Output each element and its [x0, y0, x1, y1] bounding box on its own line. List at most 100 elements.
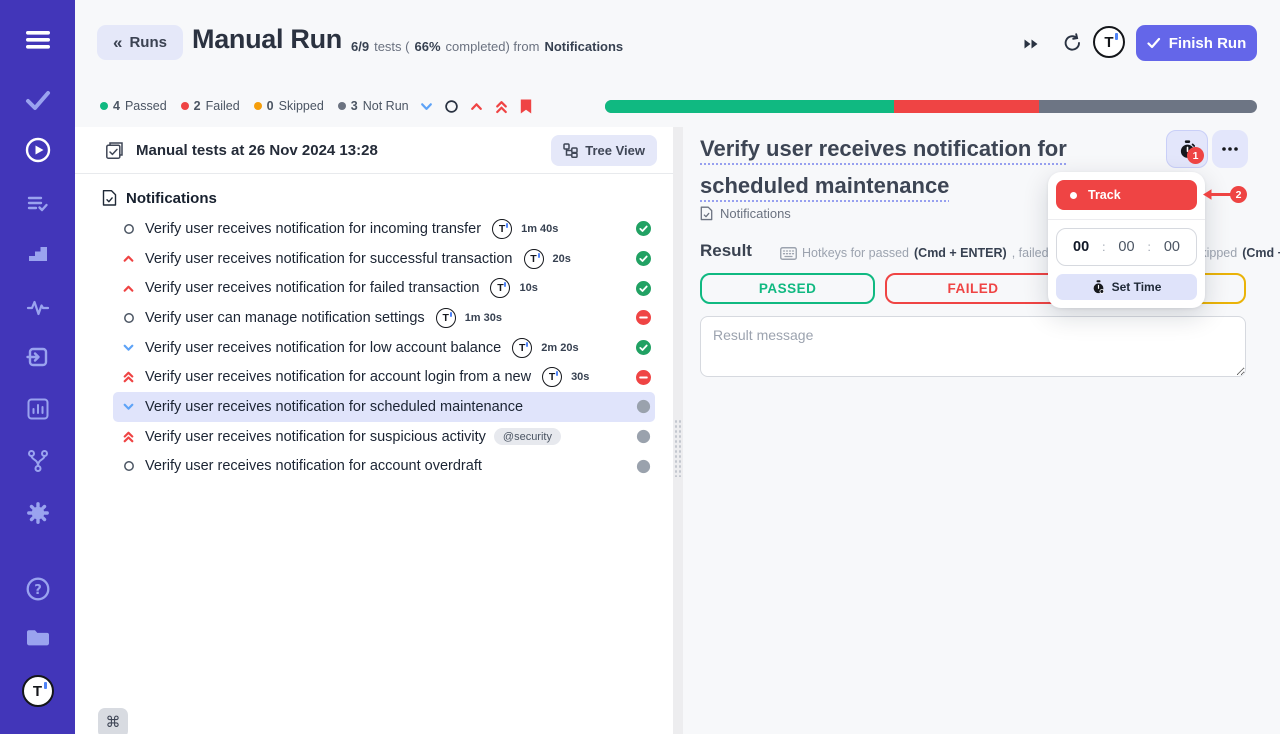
hours-value[interactable]: 00: [1073, 239, 1089, 255]
panel-resize-divider[interactable]: [673, 127, 683, 734]
status-passed-icon: [636, 251, 651, 266]
test-duration: 1m 30s: [465, 312, 502, 324]
import-icon[interactable]: [0, 345, 75, 374]
tests-count: 6/9: [351, 39, 369, 54]
annotation-badge-2: 2: [1230, 186, 1247, 203]
play-circle-icon[interactable]: [0, 136, 75, 169]
test-title: Verify user receives notification for sc…: [145, 399, 523, 415]
app-sidebar: ? T: [0, 0, 75, 734]
failed-dot-icon: [181, 102, 189, 110]
test-row[interactable]: Verify user receives notification for sc…: [113, 392, 655, 422]
stopwatch-gear-icon: [1092, 280, 1105, 294]
failed-button[interactable]: FAILED: [885, 273, 1060, 304]
bookmark-icon[interactable]: [519, 98, 533, 115]
test-row[interactable]: Verify user can manage notification sett…: [113, 303, 655, 333]
priority-highest-icon: [122, 430, 135, 444]
track-button[interactable]: Track: [1056, 180, 1197, 210]
tree-view-label: Tree View: [585, 143, 645, 158]
pulse-icon[interactable]: [0, 297, 75, 322]
status-summary: 4Passed 2Failed 0Skipped 3Not Run: [100, 99, 409, 113]
popup-divider: [1048, 219, 1205, 220]
test-row[interactable]: Verify user receives notification for fa…: [113, 273, 655, 303]
priority-highest-icon: [122, 370, 135, 384]
status-notrun-icon: [636, 459, 651, 474]
minutes-value[interactable]: 00: [1118, 239, 1134, 255]
test-title: Verify user receives notification for su…: [145, 429, 486, 445]
more-options-button[interactable]: [1212, 130, 1248, 168]
run-progress-summary: 6/9 tests ( 66% completed) from Notifica…: [351, 39, 623, 54]
folder-icon[interactable]: [0, 627, 75, 653]
source-suite: Notifications: [544, 39, 623, 54]
test-row[interactable]: Verify user receives notification for ac…: [113, 452, 655, 482]
page-check-icon: [700, 206, 713, 221]
test-row[interactable]: Verify user receives notification for ac…: [113, 362, 655, 392]
help-icon[interactable]: ?: [0, 576, 75, 607]
priority-normal-icon: [122, 460, 135, 472]
keyboard-icon: [780, 247, 797, 260]
passed-button[interactable]: PASSED: [700, 273, 875, 304]
tree-view-button[interactable]: Tree View: [551, 135, 657, 166]
result-message-input[interactable]: [700, 316, 1246, 377]
fast-forward-icon[interactable]: [1023, 37, 1039, 55]
restart-timer-icon[interactable]: [1062, 32, 1083, 58]
breadcrumb[interactable]: Notifications: [700, 206, 791, 221]
check-icon: [1147, 37, 1161, 49]
finish-run-button[interactable]: Finish Run: [1136, 25, 1257, 61]
steps-icon[interactable]: [0, 244, 75, 269]
chevron-down-icon[interactable]: [419, 99, 434, 114]
tree-view-icon: [563, 143, 578, 158]
test-title: Verify user receives notification for in…: [145, 221, 481, 237]
suite-folder-label: Notifications: [126, 190, 217, 207]
run-header-row: Manual tests at 26 Nov 2024 13:28 Tree V…: [75, 127, 673, 174]
run-title: Manual tests at 26 Nov 2024 13:28: [136, 142, 378, 159]
logo-icon[interactable]: T: [0, 675, 75, 707]
test-duration: 2m 20s: [541, 342, 578, 354]
test-row[interactable]: Verify user receives notification for su…: [113, 422, 655, 452]
gear-icon[interactable]: [0, 500, 75, 531]
branch-icon[interactable]: [0, 449, 75, 478]
test-title: Verify user receives notification for lo…: [145, 340, 501, 356]
seconds-value[interactable]: 00: [1164, 239, 1180, 255]
set-time-button[interactable]: Set Time: [1056, 274, 1197, 300]
page-check-icon: [102, 189, 117, 207]
percent-completed: 66%: [414, 39, 440, 54]
track-label: Track: [1088, 188, 1121, 202]
check-icon[interactable]: [0, 89, 75, 116]
test-list: Verify user receives notification for in…: [75, 214, 673, 481]
skipped-dot-icon: [254, 102, 262, 110]
test-row[interactable]: Verify user receives notification for in…: [113, 214, 655, 244]
ellipsis-icon: [1222, 147, 1238, 151]
page-header: « Runs Manual Run 6/9 tests ( 66% comple…: [75, 0, 1280, 127]
status-notrun-icon: [636, 399, 651, 414]
double-chevron-up-icon[interactable]: [494, 99, 509, 115]
test-row[interactable]: Verify user receives notification for su…: [113, 244, 655, 274]
record-dot-icon: [1070, 192, 1077, 199]
test-row[interactable]: Verify user receives notification for lo…: [113, 333, 655, 363]
testomat-logo-icon: T: [490, 278, 510, 298]
circle-outline-icon[interactable]: [444, 99, 459, 114]
time-input[interactable]: 00 : 00 : 00: [1056, 228, 1197, 266]
annotation-badge-1: 1: [1187, 147, 1204, 164]
testomat-logo-icon: T: [524, 249, 544, 269]
time-tracking-popup: Track 00 : 00 : 00 Set Time: [1048, 172, 1205, 308]
result-heading: Result: [700, 241, 752, 261]
menu-icon[interactable]: [0, 29, 75, 56]
command-key-button[interactable]: ⌘: [98, 708, 128, 734]
priority-normal-icon: [122, 223, 135, 235]
back-to-runs-button[interactable]: « Runs: [97, 25, 183, 60]
annotation-arrow-icon: [1202, 188, 1232, 201]
chevron-up-icon[interactable]: [469, 99, 484, 114]
run-progress-bar: [605, 100, 1257, 113]
testomat-logo-icon[interactable]: T: [1093, 26, 1125, 58]
suite-folder-row[interactable]: Notifications: [75, 174, 673, 214]
test-duration: 20s: [553, 253, 571, 265]
priority-high-icon: [122, 252, 135, 265]
test-title: Verify user receives notification for ac…: [145, 458, 482, 474]
bar-chart-icon[interactable]: [0, 398, 75, 425]
test-duration: 30s: [571, 371, 589, 383]
list-check-icon[interactable]: [0, 193, 75, 220]
priority-high-icon: [122, 282, 135, 295]
status-passed-icon: [636, 340, 651, 355]
notrun-dot-icon: [338, 102, 346, 110]
test-tag: @security: [494, 428, 561, 445]
